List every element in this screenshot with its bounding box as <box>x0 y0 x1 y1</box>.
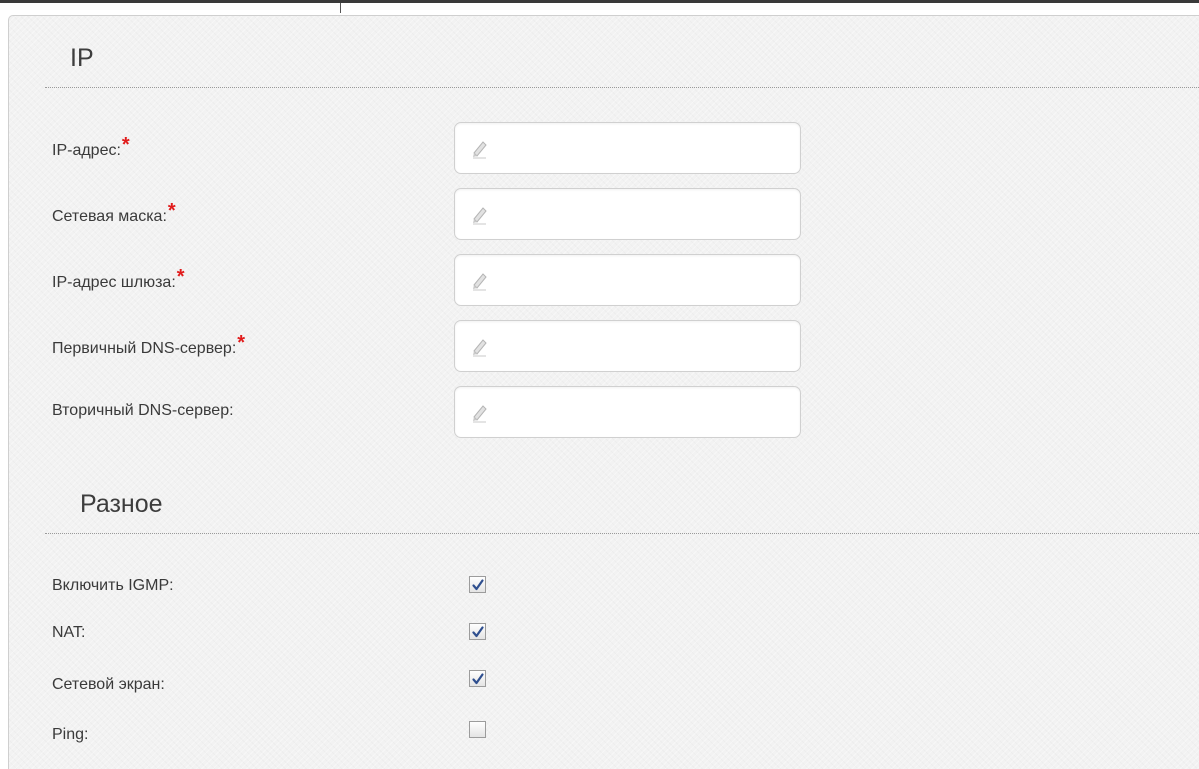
section-divider-ip <box>45 87 1199 88</box>
checkmark-icon <box>472 579 484 591</box>
checkmark-icon <box>472 673 484 685</box>
pencil-icon <box>473 405 487 423</box>
section-divider-misc <box>45 533 1199 534</box>
pencil-icon <box>473 339 487 357</box>
gateway-ip-input[interactable] <box>493 263 792 299</box>
secondary-dns-input[interactable] <box>493 395 792 431</box>
top-border <box>0 0 1199 3</box>
label-subnet-mask: Сетевая маска:* <box>52 200 176 225</box>
checkmark-icon <box>472 626 484 638</box>
pencil-icon <box>473 273 487 291</box>
nat-checkbox[interactable] <box>469 623 486 640</box>
ip-address-field[interactable] <box>454 122 801 174</box>
ping-checkbox[interactable] <box>469 721 486 738</box>
label-ping: Ping: <box>52 726 89 743</box>
label-ip-address: IP-адрес:* <box>52 134 130 159</box>
secondary-dns-field[interactable] <box>454 386 801 438</box>
section-title-misc: Разное <box>80 490 163 518</box>
subnet-mask-field[interactable] <box>454 188 801 240</box>
label-gateway-ip: IP-адрес шлюза:* <box>52 266 185 291</box>
label-primary-dns: Первичный DNS-сервер:* <box>52 332 246 357</box>
firewall-checkbox[interactable] <box>469 670 486 687</box>
required-marker: * <box>167 200 176 222</box>
gateway-ip-field[interactable] <box>454 254 801 306</box>
label-firewall: Сетевой экран: <box>52 676 165 693</box>
section-title-ip: IP <box>70 44 94 72</box>
label-secondary-dns: Вторичный DNS-сервер: <box>52 402 234 419</box>
label-enable-igmp: Включить IGMP: <box>52 577 174 594</box>
required-marker: * <box>121 134 130 156</box>
primary-dns-input[interactable] <box>493 329 792 365</box>
required-marker: * <box>237 332 246 354</box>
required-marker: * <box>176 266 185 288</box>
pencil-icon <box>473 141 487 159</box>
subnet-mask-input[interactable] <box>493 197 792 233</box>
label-nat: NAT: <box>52 624 86 641</box>
pencil-icon <box>473 207 487 225</box>
enable-igmp-checkbox[interactable] <box>469 576 486 593</box>
ip-address-input[interactable] <box>493 131 792 167</box>
primary-dns-field[interactable] <box>454 320 801 372</box>
top-divider-tick <box>340 3 341 13</box>
